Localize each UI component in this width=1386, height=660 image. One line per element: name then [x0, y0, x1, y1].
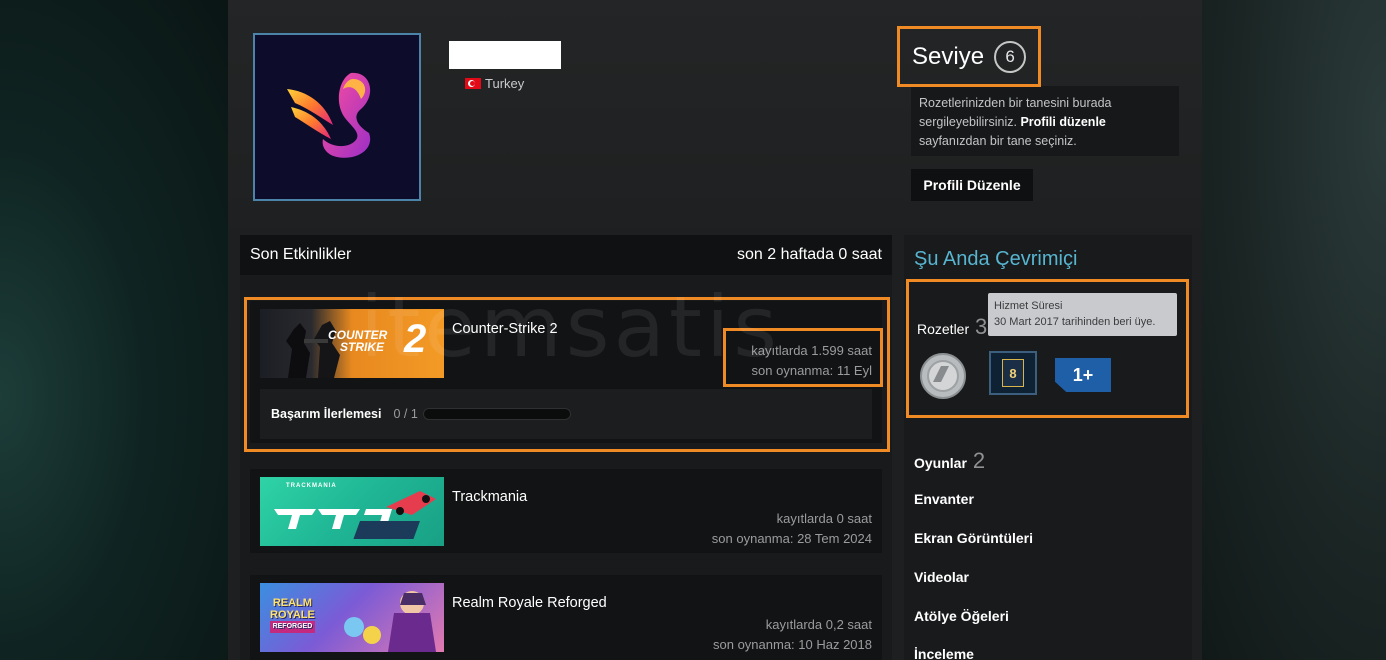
achievement-progress-row[interactable]: Başarım İlerlemesi 0 / 1: [260, 389, 872, 439]
game-hours: kayıtlarda 0,2 saat: [765, 617, 872, 632]
online-status: Şu Anda Çevrimiçi: [914, 248, 1078, 270]
game-name[interactable]: Realm Royale Reforged: [452, 595, 607, 611]
recent-activity-header: Son Etkinlikler son 2 haftada 0 saat: [240, 235, 892, 275]
collector-badge-icon[interactable]: 8: [989, 351, 1037, 395]
tooltip-title: Hizmet Süresi: [994, 300, 1063, 312]
game-name[interactable]: Trackmania: [452, 489, 527, 505]
sidebar-link-screenshots[interactable]: Ekran Görüntüleri: [914, 530, 1033, 546]
location: Turkey: [465, 76, 524, 91]
badge-tooltip: Hizmet Süresi 30 Mart 2017 tarihinden be…: [988, 293, 1177, 336]
game-last-played: son oynanma: 10 Haz 2018: [713, 637, 872, 652]
game-card-cs2: COUNTER STRIKE 2 Counter-Strike 2 kayıtl…: [250, 301, 882, 443]
realm-characters-icon: [344, 591, 436, 652]
games-count: 2: [972, 448, 986, 473]
level-number: 6: [994, 40, 1027, 73]
profile-level[interactable]: Seviye 6: [897, 26, 1041, 87]
tooltip-text: 30 Mart 2017 tarihinden beri üye.: [994, 316, 1156, 328]
game-card-realm-royale: REALM ROYALE REFORGED Realm Royale Refor…: [250, 575, 882, 660]
turkey-flag-icon: [465, 78, 481, 89]
badges-count: 3: [975, 314, 988, 339]
cs2-logo-line-2: STRIKE: [340, 340, 385, 354]
one-plus-badge-icon[interactable]: 1+: [1055, 358, 1111, 392]
trackmania-capsule[interactable]: TRACKMANIA: [260, 477, 444, 546]
trackmania-car-icon: [274, 491, 436, 539]
games-label: Oyunlar: [914, 455, 967, 471]
game-name[interactable]: Counter-Strike 2: [452, 321, 558, 337]
profile-header: Turkey Rozetlerinizden bir tanesini bura…: [228, 0, 1202, 228]
sidebar-link-videos[interactable]: Videolar: [914, 569, 969, 585]
game-stats: kayıtlarda 0 saat son oynanma: 28 Tem 20…: [712, 509, 872, 549]
location-text: Turkey: [485, 76, 525, 91]
game-last-played: son oynanma: 28 Tem 2024: [711, 531, 872, 546]
background-right: [1202, 0, 1386, 660]
level-label: Seviye: [912, 42, 985, 70]
game-hours: kayıtlarda 0 saat: [776, 511, 872, 526]
game-last-played: son oynanma: 11 Eyl: [751, 363, 872, 378]
badge-hint-text-2: sayfanızdan bir tane seçiniz.: [919, 134, 1077, 148]
one-plus-badge-value: 1+: [1072, 364, 1094, 385]
cs2-capsule[interactable]: COUNTER STRIKE 2: [260, 309, 444, 378]
featured-badge-hint: Rozetlerinizden bir tanesini burada serg…: [911, 86, 1179, 156]
game-hours: kayıtlarda 1.599 saat: [751, 343, 872, 358]
collector-badge-value: 8: [1002, 359, 1024, 387]
badge-hint-link[interactable]: Profili düzenle: [1020, 115, 1105, 129]
sidebar-link-workshop[interactable]: Atölye Öğeleri: [914, 608, 1009, 624]
badges-section[interactable]: Rozetler 3 Hizmet Süresi 30 Mart 2017 ta…: [906, 279, 1189, 418]
swan-logo-icon: [287, 72, 371, 158]
realm-royale-capsule[interactable]: REALM ROYALE REFORGED: [260, 583, 444, 652]
achievement-progress-bar: [422, 408, 571, 420]
edit-profile-button[interactable]: Profili Düzenle: [911, 169, 1033, 201]
sidebar-link-reviews[interactable]: İnceleme: [914, 646, 974, 660]
persona-name-redacted: [449, 41, 561, 69]
game-stats: kayıtlarda 0,2 saat son oynanma: 10 Haz …: [713, 615, 872, 655]
recent-activity-title: Son Etkinlikler: [250, 246, 352, 263]
sidebar-link-games[interactable]: Oyunlar 2: [914, 448, 985, 474]
years-of-service-badge-icon[interactable]: [917, 352, 969, 400]
badges-label[interactable]: Rozetler: [917, 321, 969, 337]
game-card-trackmania: TRACKMANIA Trackmania kayıtlarda 0 saat …: [250, 469, 882, 553]
recent-activity-summary: son 2 haftada 0 saat: [737, 246, 882, 263]
recent-activity-panel: Son Etkinlikler son 2 haftada 0 saat COU…: [240, 235, 892, 660]
achievement-count: 0 / 1: [393, 407, 418, 421]
sidebar-link-inventory[interactable]: Envanter: [914, 491, 974, 507]
background-left: [0, 0, 228, 660]
cs2-logo-text: COUNTER STRIKE: [328, 329, 387, 353]
achievement-label: Başarım İlerlemesi: [271, 407, 382, 421]
cs2-logo-number: 2: [404, 317, 427, 361]
avatar[interactable]: [253, 33, 421, 201]
game-stats: kayıtlarda 1.599 saat son oynanma: 11 Ey…: [751, 341, 872, 381]
